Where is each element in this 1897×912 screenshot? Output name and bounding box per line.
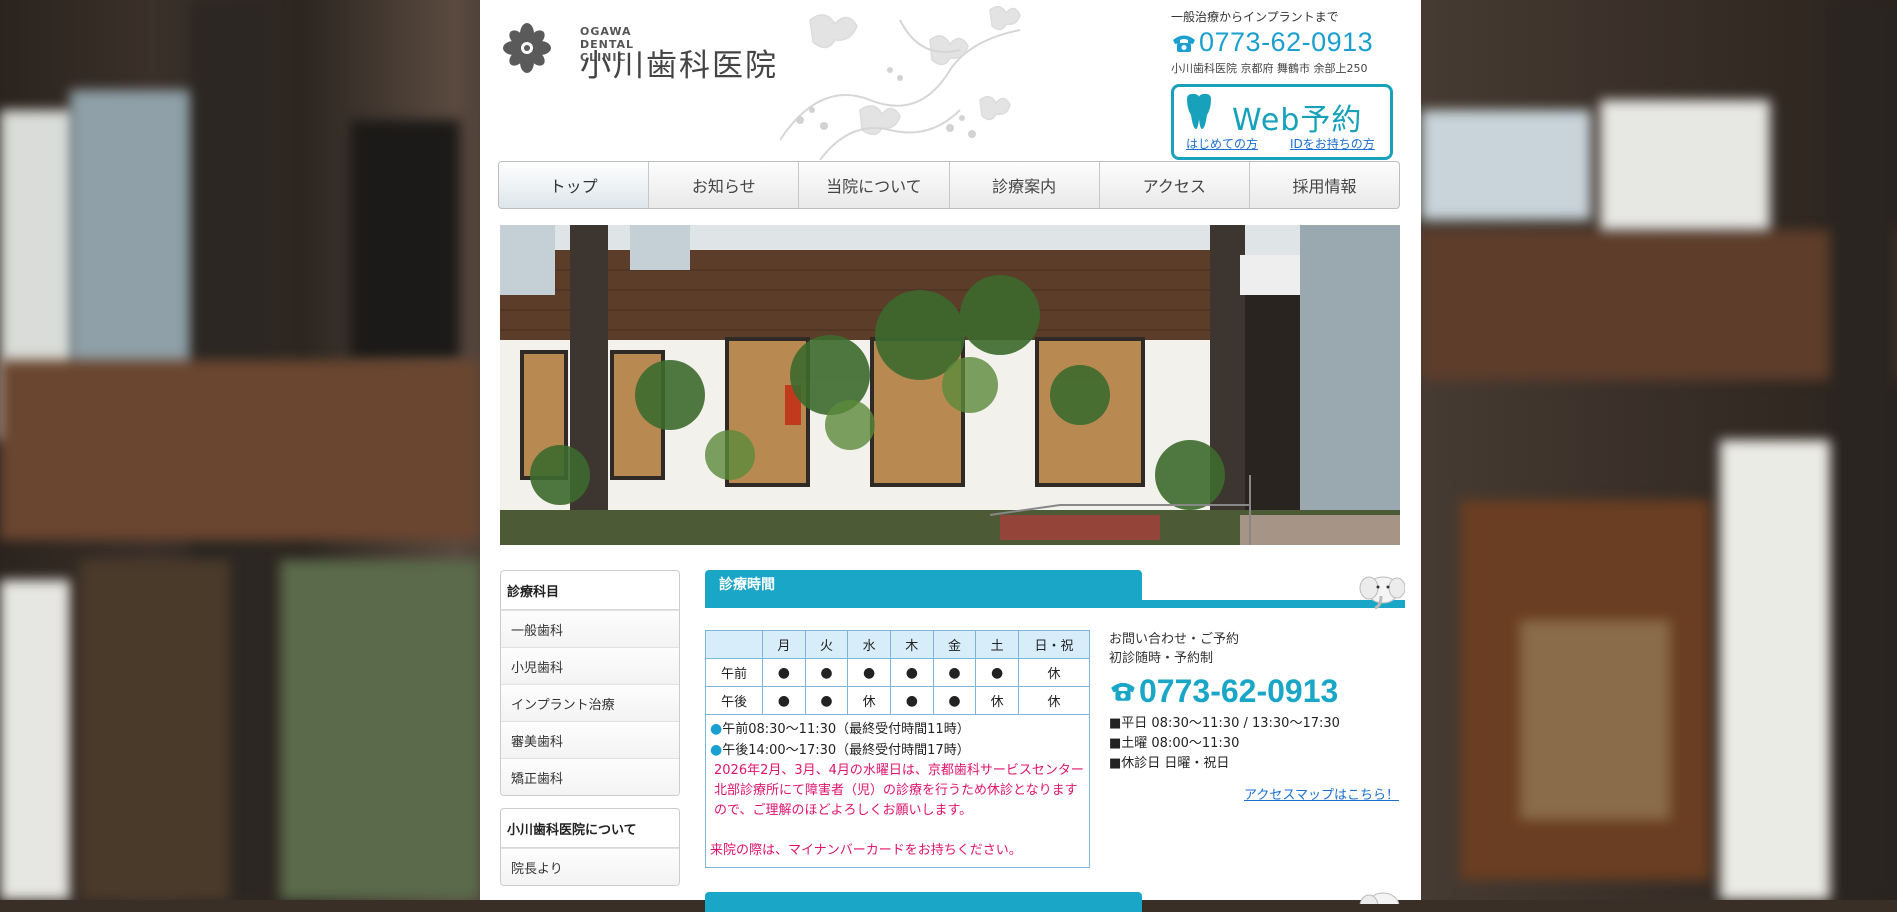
contact-phone-number: 0773-62-0913 xyxy=(1139,673,1339,709)
hours-cell: ● xyxy=(889,658,934,687)
sidebar-item-implant[interactable]: インプラント治療 xyxy=(501,684,679,721)
returning-patient-link[interactable]: IDをお持ちの方 xyxy=(1290,135,1375,152)
telephone-icon xyxy=(1173,35,1195,52)
hours-section-header: 診療時間 xyxy=(705,570,1405,610)
sidebar-item-general[interactable]: 一般歯科 xyxy=(501,610,679,647)
header-phone-number: 0773-62-0913 xyxy=(1199,27,1374,57)
tooth-icon xyxy=(1187,93,1211,129)
bullet-icon: ● xyxy=(710,721,723,737)
contact-line1: お問い合わせ・ご予約 xyxy=(1109,632,1240,647)
bullet-icon: ● xyxy=(710,742,723,758)
hours-cell: ● xyxy=(762,686,806,715)
sidebar-heading: 小川歯科医院について xyxy=(501,809,679,848)
access-map-link[interactable]: アクセスマップはこちら！ xyxy=(1109,786,1399,805)
clinic-exterior-photo xyxy=(500,225,1400,545)
hours-cell: ● xyxy=(932,658,977,687)
contact-info: お問い合わせ・ご予約 初診随時・予約制 0773-62-0913 ■平日 08:… xyxy=(1109,630,1399,805)
hours-cell: ● xyxy=(932,686,977,715)
hours-cell: ● xyxy=(975,658,1019,687)
sidebar-item-director[interactable]: 院長より xyxy=(501,848,679,885)
row-label: 午後 xyxy=(705,686,763,715)
main-navigation: トップ お知らせ 当院について 診療案内 アクセス 採用情報 xyxy=(498,161,1400,209)
day-header: 金 xyxy=(932,630,977,659)
hours-cell: 休 xyxy=(847,686,891,715)
hours-cell: ● xyxy=(804,658,849,687)
main-content: 診療時間 月 火 水 木 金 土 日・祝 午前 ● ● ● ● ● ● 休 午後… xyxy=(705,570,1405,912)
day-header: 月 xyxy=(762,630,806,659)
hours-cell: ● xyxy=(889,686,934,715)
nav-recruit[interactable]: 採用情報 xyxy=(1250,162,1399,208)
hours-cell: 休 xyxy=(1018,658,1090,687)
contact-line2: 初診随時・予約制 xyxy=(1109,651,1214,666)
note-am: ●午前08:30～11:30（最終受付時間11時） xyxy=(710,721,970,737)
sidebar-item-orthodontic[interactable]: 矯正歯科 xyxy=(501,758,679,795)
table-row: 午前 ● ● ● ● ● ● 休 xyxy=(705,658,1090,687)
flower-logo-icon xyxy=(503,23,551,73)
nav-about[interactable]: 当院について xyxy=(799,162,950,208)
day-header: 日・祝 xyxy=(1018,630,1090,659)
web-reservation-box[interactable]: Web予約 はじめての方 IDをお持ちの方 xyxy=(1171,84,1393,160)
table-header-row: 月 火 水 木 金 土 日・祝 xyxy=(705,630,1090,659)
section-divider xyxy=(705,600,1405,608)
nav-access[interactable]: アクセス xyxy=(1100,162,1250,208)
hours-section-title: 診療時間 xyxy=(705,570,1142,600)
table-row: 午後 ● ● 休 ● ● 休 休 xyxy=(705,686,1090,715)
sidebar-heading: 診療科目 xyxy=(501,571,679,610)
nav-services[interactable]: 診療案内 xyxy=(950,162,1100,208)
sidebar-item-pediatric[interactable]: 小児歯科 xyxy=(501,647,679,684)
header-contact: 一般治療からインプラントまで 0773-62-0913 小川歯科医院 京都府 舞… xyxy=(1171,8,1399,160)
sidebar-section-about: 小川歯科医院について 院長より xyxy=(500,808,680,886)
next-section-header xyxy=(705,892,1142,912)
elephant-mascot-icon xyxy=(1359,576,1405,610)
sidebar-item-cosmetic[interactable]: 審美歯科 xyxy=(501,721,679,758)
mynumber-notice: 来院の際は、マイナンバーカードをお持ちください。 xyxy=(710,843,1022,858)
weekday-hours: ■平日 08:30～11:30 / 13:30～17:30 xyxy=(1109,716,1340,731)
telephone-icon xyxy=(1111,682,1135,701)
sidebar-section-services: 診療科目 一般歯科 小児歯科 インプラント治療 審美歯科 矯正歯科 xyxy=(500,570,680,796)
day-header: 木 xyxy=(889,630,934,659)
closed-days: ■休診日 日曜・祝日 xyxy=(1109,756,1230,771)
hours-cell: 休 xyxy=(1018,686,1090,715)
nav-top[interactable]: トップ xyxy=(499,162,650,208)
sidebar: 診療科目 一般歯科 小児歯科 インプラント治療 審美歯科 矯正歯科 小川歯科医院… xyxy=(500,570,680,898)
floral-decoration xyxy=(780,5,1021,160)
closure-notice: 2026年2月、3月、4月の水曜日は、京都歯科サービスセンター北部診療所にて障害… xyxy=(714,763,1084,818)
hours-cell: 休 xyxy=(975,686,1019,715)
hours-notes: ●午前08:30～11:30（最終受付時間11時） ●午後14:00～17:30… xyxy=(705,714,1090,868)
elephant-mascot-icon xyxy=(1359,892,1400,904)
header-address: 小川歯科医院 京都府 舞鶴市 余部上250 xyxy=(1171,62,1368,75)
contact-phone[interactable]: 0773-62-0913 xyxy=(1109,674,1399,708)
page-container: OGAWA DENTAL CLINIC 小川歯科医院 一般治療からインプラントま… xyxy=(480,0,1421,912)
web-reservation-title: Web予約 xyxy=(1232,103,1363,138)
saturday-hours: ■土曜 08:00～11:30 xyxy=(1109,736,1240,751)
note-pm: ●午後14:00～17:30（最終受付時間17時） xyxy=(710,742,970,758)
hours-cell: ● xyxy=(804,686,849,715)
day-header: 土 xyxy=(975,630,1019,659)
first-visit-link[interactable]: はじめての方 xyxy=(1186,135,1258,152)
row-label: 午前 xyxy=(705,658,763,687)
hours-cell: ● xyxy=(847,658,891,687)
header-phone[interactable]: 0773-62-0913 xyxy=(1171,27,1399,58)
hours-cell: ● xyxy=(762,658,806,687)
day-header: 水 xyxy=(847,630,891,659)
header-caption: 一般治療からインプラントまで xyxy=(1171,10,1339,24)
day-header: 火 xyxy=(804,630,849,659)
clinic-logo[interactable]: OGAWA DENTAL CLINIC 小川歯科医院 xyxy=(502,22,776,84)
office-hours-table: 月 火 水 木 金 土 日・祝 午前 ● ● ● ● ● ● 休 午後 ● ● … xyxy=(705,630,1090,715)
site-header: OGAWA DENTAL CLINIC 小川歯科医院 一般治療からインプラントま… xyxy=(480,0,1421,160)
nav-news[interactable]: お知らせ xyxy=(649,162,800,208)
table-corner xyxy=(705,630,763,659)
logo-title: 小川歯科医院 xyxy=(580,48,778,84)
